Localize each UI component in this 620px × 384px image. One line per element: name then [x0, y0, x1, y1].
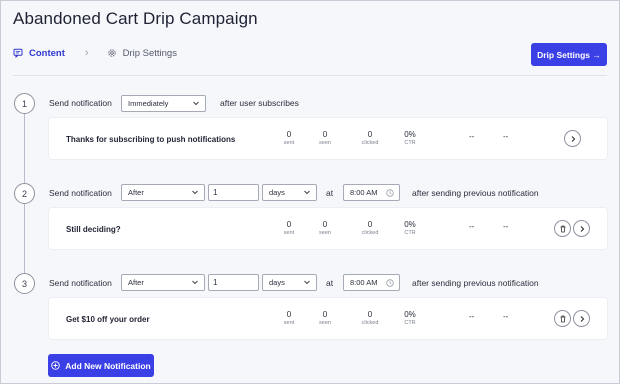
after-previous-label: after sending previous notification: [412, 278, 539, 288]
app-frame: Abandoned Cart Drip Campaign Content › D…: [0, 0, 620, 384]
gear-icon: [107, 49, 116, 57]
dash-placeholder: --: [469, 312, 475, 321]
delete-notification-button[interactable]: [554, 220, 571, 237]
stat-ctr: 0% CTR: [404, 220, 416, 236]
open-notification-button[interactable]: [573, 310, 590, 327]
header-divider: [13, 75, 607, 76]
step-number-1: 1: [14, 93, 35, 114]
at-label: at: [326, 188, 334, 198]
stat-clicked: 0 clicked: [361, 310, 379, 326]
timing-select-2[interactable]: After: [121, 184, 205, 201]
dash-placeholder: --: [503, 132, 509, 141]
tab-content[interactable]: Content: [13, 48, 65, 59]
notification-title: Get $10 off your order: [66, 315, 150, 324]
tab-bar: Content › Drip Settings: [13, 47, 177, 59]
trash-icon: [560, 315, 565, 322]
step-number-3: 3: [14, 273, 35, 294]
timing-select-value: After: [128, 278, 144, 287]
dash-placeholder: --: [469, 222, 475, 231]
unit-select-value: days: [269, 278, 285, 287]
unit-select-2[interactable]: days: [262, 184, 317, 201]
after-subscribes-label: after user subscribes: [220, 98, 299, 108]
chevron-down-icon: [193, 101, 199, 106]
plus-circle-icon: [51, 361, 60, 370]
dash-placeholder: --: [469, 132, 475, 141]
timing-select-value: Immediately: [128, 99, 169, 108]
delete-notification-button[interactable]: [554, 310, 571, 327]
step-number-2: 2: [14, 183, 35, 204]
message-icon: [13, 48, 23, 58]
chevron-right-icon: [580, 315, 584, 322]
add-notification-button[interactable]: Add New Notification: [48, 354, 154, 377]
time-value: 8:00 AM: [350, 188, 378, 197]
time-input-3[interactable]: 8:00 AM: [343, 274, 400, 291]
notification-card-2[interactable]: Still deciding? 0 sent 0 seen 0 clicked 0% C…: [49, 208, 607, 249]
chevron-down-icon: [304, 190, 310, 195]
clock-icon: [386, 279, 394, 287]
chevron-down-icon: [192, 190, 198, 195]
chevron-right-icon: [580, 225, 584, 232]
time-value: 8:00 AM: [350, 278, 378, 287]
amount-input-3[interactable]: 1: [208, 274, 259, 291]
chevron-down-icon: [304, 280, 310, 285]
stat-seen: 0 seen: [319, 310, 331, 326]
drip-settings-button[interactable]: Drip Settings →: [531, 43, 607, 66]
chevron-down-icon: [192, 280, 198, 285]
notification-card-3[interactable]: Get $10 off your order 0 sent 0 seen 0 clic…: [49, 298, 607, 339]
page-title: Abandoned Cart Drip Campaign: [13, 9, 258, 28]
stat-ctr: 0% CTR: [404, 130, 416, 146]
timing-select-3[interactable]: After: [121, 274, 205, 291]
after-previous-label: after sending previous notification: [412, 188, 539, 198]
dash-placeholder: --: [503, 312, 509, 321]
notification-title: Still deciding?: [66, 225, 121, 234]
unit-select-3[interactable]: days: [262, 274, 317, 291]
dash-placeholder: --: [503, 222, 509, 231]
trash-icon: [560, 225, 565, 232]
send-notification-label: Send notification: [49, 98, 112, 108]
add-notification-label: Add New Notification: [65, 360, 151, 371]
clock-icon: [386, 189, 394, 197]
open-notification-button[interactable]: [573, 220, 590, 237]
at-label: at: [326, 278, 334, 288]
open-notification-button[interactable]: [564, 130, 581, 147]
chevron-right-icon: [571, 135, 575, 142]
unit-select-value: days: [269, 188, 285, 197]
tab-drip-settings-label: Drip Settings: [122, 47, 177, 59]
stat-clicked: 0 clicked: [361, 130, 379, 146]
timing-select-value: After: [128, 188, 144, 197]
stat-sent: 0 sent: [283, 130, 295, 146]
stat-seen: 0 seen: [319, 220, 331, 236]
send-notification-label: Send notification: [49, 278, 112, 288]
tab-drip-settings[interactable]: Drip Settings: [107, 48, 177, 59]
chevron-right-icon: ›: [84, 47, 89, 59]
tab-content-label: Content: [29, 47, 65, 59]
stat-sent: 0 sent: [283, 220, 295, 236]
timing-select-1[interactable]: Immediately: [121, 95, 206, 112]
notification-card-1[interactable]: Thanks for subscribing to push notificat…: [49, 118, 607, 159]
time-input-2[interactable]: 8:00 AM: [343, 184, 400, 201]
stat-ctr: 0% CTR: [404, 310, 416, 326]
notification-title: Thanks for subscribing to push notificat…: [66, 135, 236, 144]
stat-clicked: 0 clicked: [361, 220, 379, 236]
stat-seen: 0 seen: [319, 130, 331, 146]
send-notification-label: Send notification: [49, 188, 112, 198]
stat-sent: 0 sent: [283, 310, 295, 326]
drip-settings-button-label: Drip Settings →: [537, 49, 601, 60]
amount-input-2[interactable]: 1: [208, 184, 259, 201]
